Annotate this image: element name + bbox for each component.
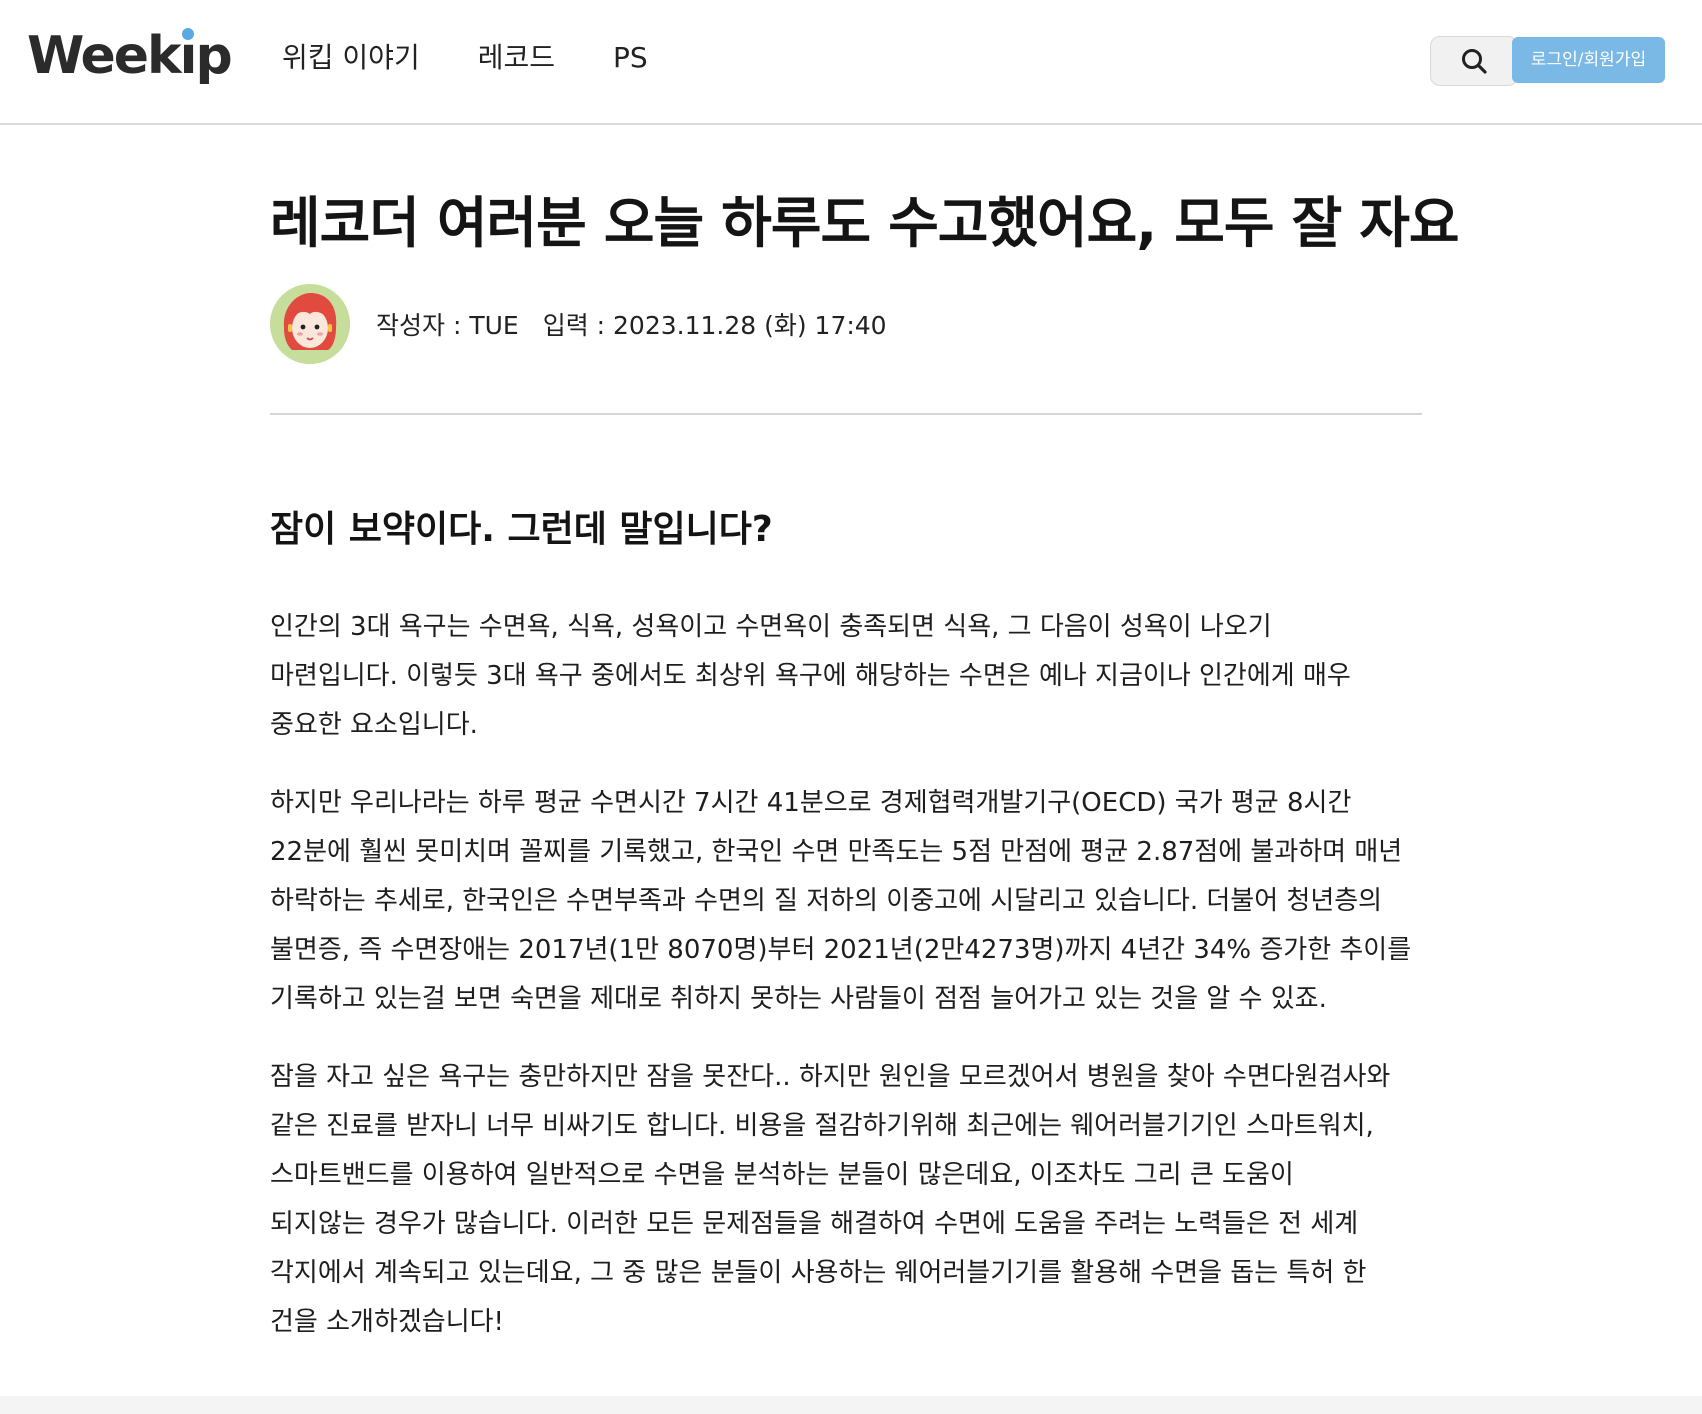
section-heading: 잠이 보약이다. 그런데 말입니다? <box>270 509 773 550</box>
main-nav: 위킵 이야기 레코드 PS <box>282 38 706 78</box>
page: Week ı p 위킵 이야기 레코드 PS 로그인/회원가입 레코더 여러분 오늘… <box>0 0 1702 1414</box>
weekip-logo[interactable]: Week ı p <box>27 26 233 86</box>
avatar-illustration <box>270 284 350 364</box>
author-name: 작성자 : TUE <box>376 311 519 340</box>
paragraph-line: 하락하는 추세로, 한국인은 수면부족과 수면의 질 저하의 이중고에 시달리고… <box>270 886 1383 916</box>
site-header: Week ı p 위킵 이야기 레코드 PS 로그인/회원가입 <box>0 0 1702 125</box>
paragraph-line: 같은 진료를 받자니 너무 비싸기도 합니다. 비용을 절감하기위해 최근에는 … <box>270 1111 1374 1141</box>
search-button[interactable] <box>1430 36 1518 86</box>
paragraph-line: 기록하고 있는걸 보면 숙면을 제대로 취하지 못하는 사람들이 점점 늘어가고… <box>270 984 1327 1014</box>
paragraph-line: 인간의 3대 욕구는 수면욕, 식욕, 성욕이고 수면욕이 충족되면 식욕, 그… <box>270 612 1272 642</box>
paragraph-line: 22분에 훨씬 못미치며 꼴찌를 기록했고, 한국인 수면 만족도는 5점 만점… <box>270 837 1403 867</box>
nav-item-weekip-story[interactable]: 위킵 이야기 <box>282 38 420 78</box>
paragraph-line: 각지에서 계속되고 있는데요, 그 중 많은 분들이 사용하는 웨어러블기기를 … <box>270 1258 1367 1288</box>
author-avatar <box>270 284 350 364</box>
search-icon <box>1462 49 1487 74</box>
paragraph-1: 인간의 3대 욕구는 수면욕, 식욕, 성욕이고 수면욕이 충족되면 식욕, 그… <box>270 603 1430 750</box>
paragraph-line: 건을 소개하겠습니다! <box>270 1307 504 1337</box>
login-signup-button[interactable]: 로그인/회원가입 <box>1512 37 1665 83</box>
title-divider <box>270 413 1422 415</box>
published-date: 입력 : 2023.11.28 (화) 17:40 <box>542 311 887 340</box>
paragraph-line: 하지만 우리나라는 하루 평균 수면시간 7시간 41분으로 경제협력개발기구(… <box>270 788 1352 818</box>
paragraph-3: 잠을 자고 싶은 욕구는 충만하지만 잠을 못잔다.. 하지만 원인을 모르겠어… <box>270 1053 1430 1347</box>
paragraph-line: 잠을 자고 싶은 욕구는 충만하지만 잠을 못잔다.. 하지만 원인을 모르겠어… <box>270 1062 1391 1092</box>
page-bottom-band <box>0 1396 1702 1414</box>
author-info: 작성자 : TUE 입력 : 2023.11.28 (화) 17:40 <box>376 306 887 342</box>
article-meta: 작성자 : TUE 입력 : 2023.11.28 (화) 17:40 <box>270 283 887 365</box>
paragraph-line: 되지않는 경우가 많습니다. 이러한 모든 문제점들을 해결하여 수면에 도움을… <box>270 1209 1359 1239</box>
article-title: 레코더 여러분 오늘 하루도 수고했어요, 모두 잘 자요 <box>270 191 1460 255</box>
paragraph-line: 중요한 요소입니다. <box>270 710 478 740</box>
paragraph-line: 스마트밴드를 이용하여 일반적으로 수면을 분석하는 분들이 많은데요, 이조차… <box>270 1160 1294 1190</box>
paragraph-line: 불면증, 즉 수면장애는 2017년(1만 8070명)부터 2021년(2만4… <box>270 935 1412 965</box>
nav-item-record[interactable]: 레코드 <box>478 38 555 78</box>
logo-dot <box>181 28 194 40</box>
nav-item-ps[interactable]: PS <box>613 38 648 78</box>
paragraph-line: 마련입니다. 이렇듯 3대 욕구 중에서도 최상위 욕구에 해당하는 수면은 예… <box>270 661 1351 691</box>
paragraph-2: 하지만 우리나라는 하루 평균 수면시간 7시간 41분으로 경제협력개발기구(… <box>270 779 1430 1024</box>
